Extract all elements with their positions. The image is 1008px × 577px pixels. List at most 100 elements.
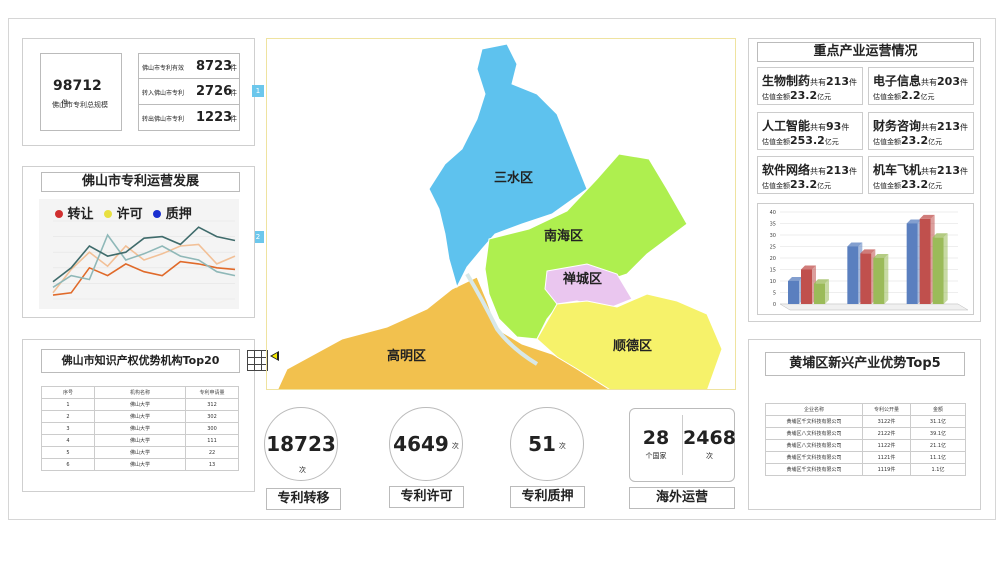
industry-count-prefix: 共有	[810, 78, 827, 87]
kpi-license-circle: 4649 次	[389, 407, 463, 481]
stat-unit: 件	[230, 115, 237, 123]
industry-count-prefix: 共有	[810, 123, 827, 132]
cell: 22	[185, 446, 239, 459]
overseas-times-label: 次	[706, 452, 713, 460]
industry-bar-chart: 40 35 30 25 20 15 10 5 0	[770, 210, 969, 311]
header-cell: 金额	[910, 403, 966, 416]
industry-count-unit: 件	[848, 78, 857, 87]
industry-count-unit: 件	[959, 167, 968, 176]
bar-axis-tick: 20	[770, 256, 776, 262]
industry-count-prefix: 共有	[921, 78, 938, 87]
stat-label: 转入佛山市专利	[142, 90, 185, 97]
stat-row: 佛山市专利有效 8723 件	[138, 53, 240, 79]
industry-count: 213	[826, 75, 849, 88]
total-patents-box: 98712 件 佛山市专利总规模	[40, 53, 122, 131]
industry-count: 203	[937, 75, 960, 88]
industry-name: 机车飞机	[873, 163, 922, 177]
table-row[interactable]: 3 佛山大学 300	[41, 422, 239, 435]
top20-title: 佛山市知识产权优势机构Top20	[41, 349, 240, 373]
grid-icon[interactable]	[247, 350, 268, 371]
trend-chart-area: 转让 许可 质押	[39, 199, 239, 309]
cell: 2	[41, 410, 95, 423]
bar-floor	[779, 303, 969, 311]
cell: 1122件	[862, 439, 911, 452]
bar-axis-tick: 0	[773, 302, 776, 308]
stat-row: 转出佛山市专利 1223 件	[138, 105, 240, 131]
bar-side-0-2	[825, 279, 829, 304]
cell: 1.1亿	[910, 463, 966, 476]
bar-0-2	[814, 283, 825, 304]
bar-side-2-2	[943, 233, 948, 304]
industry-count-unit: 件	[848, 167, 857, 176]
cell: 黄埔区八文科技有限公司	[765, 427, 863, 440]
cell: 1119件	[862, 463, 911, 476]
industry-card[interactable]: 生物制药共有213件 估值金额23.2亿元	[757, 67, 863, 105]
bar-0-1	[801, 269, 812, 304]
trend-line-chart	[52, 220, 236, 300]
industry-card[interactable]: 人工智能共有93件 估值金额253.2亿元	[757, 112, 863, 150]
cell: 21.1亿	[910, 439, 966, 452]
bar-axis-tick: 25	[770, 245, 776, 251]
cell: 佛山大学	[94, 458, 186, 471]
industry-bar-chart-area: 40 35 30 25 20 15 10 5 0	[757, 203, 974, 315]
industry-card[interactable]: 财务咨询共有213件 估值金额23.2亿元	[868, 112, 974, 150]
table-row[interactable]: 1 佛山大学 312	[41, 398, 239, 411]
stat-label: 转出佛山市专利	[142, 116, 185, 123]
total-patents-label: 佛山市专利总规模	[52, 101, 108, 109]
table-row[interactable]: 4 佛山大学 111	[41, 434, 239, 447]
industry-value-unit: 亿元	[817, 182, 832, 190]
cell: 6	[41, 458, 95, 471]
map-svg	[277, 43, 723, 389]
table-row[interactable]: 黄埔区八文科技有限公司 2122件 39.1亿	[765, 427, 966, 440]
table-row[interactable]: 5 佛山大学 22	[41, 446, 239, 459]
top20-table: 序号 机构名称 专利申请量 1 佛山大学 312 2 佛山大学 302 3 佛山大学 300…	[41, 386, 239, 471]
map-label-shunde: 顺德区	[613, 339, 653, 354]
map-label-gaoming: 高明区	[387, 349, 427, 364]
table-row[interactable]: 黄埔区八文科技有限公司 1122件 21.1亿	[765, 439, 966, 452]
table-row[interactable]: 黄埔区千文科技有限公司 3122件 31.1亿	[765, 415, 966, 428]
overseas-box: 28 个国家 2468 次	[629, 408, 736, 482]
table-row[interactable]: 6 佛山大学 13	[41, 458, 239, 471]
industry-card[interactable]: 电子信息共有203件 估值金额2.2亿元	[868, 67, 974, 105]
cell: 3122件	[862, 415, 911, 428]
bar-axis-tick: 35	[770, 222, 776, 228]
industry-value: 2.2	[901, 89, 921, 102]
industry-value-prefix: 估值金额	[762, 93, 790, 101]
cell: 13	[185, 458, 239, 471]
table-header: 企业名称 专利公开量 金额	[765, 403, 966, 416]
industry-count-unit: 件	[841, 123, 850, 132]
marker-1[interactable]: 1	[252, 85, 264, 97]
bar-1-0	[847, 246, 859, 304]
bar-axis-tick: 15	[770, 268, 776, 274]
table-row[interactable]: 2 佛山大学 302	[41, 410, 239, 423]
trend-title: 佛山市专利运营发展	[41, 172, 240, 192]
industry-name: 软件网络	[762, 163, 811, 177]
bar-1-1	[860, 253, 872, 304]
industry-name: 人工智能	[762, 119, 811, 133]
kpi-pledge-circle: 51 次	[510, 407, 584, 481]
industry-value-prefix: 估值金额	[873, 138, 901, 146]
industry-value-prefix: 估值金额	[762, 138, 790, 146]
industry-value-unit: 亿元	[928, 182, 943, 190]
cell: 4	[41, 434, 95, 447]
cell: 300	[185, 422, 239, 435]
bar-axis-tick: 10	[770, 279, 776, 285]
cell: 佛山大学	[94, 410, 186, 423]
map-label-sanshui: 三水区	[494, 171, 534, 186]
cell: 黄埔区八文科技有限公司	[765, 439, 863, 452]
stat-value: 8723	[196, 59, 233, 74]
table-row[interactable]: 黄埔区千文科技有限公司 1121件 11.1亿	[765, 451, 966, 464]
industry-card[interactable]: 机车飞机共有213件 估值金额23.2亿元	[868, 156, 974, 194]
industry-value: 23.2	[790, 89, 818, 102]
table-row[interactable]: 黄埔区千文科技有限公司 1119件 1.1亿	[765, 463, 966, 476]
bar-2-1	[919, 218, 931, 304]
bar-2-0	[906, 223, 918, 304]
cell: 11.1亿	[910, 451, 966, 464]
stat-label: 佛山市专利有效	[142, 65, 185, 72]
industry-card[interactable]: 软件网络共有213件 估值金额23.2亿元	[757, 156, 863, 194]
industry-value-prefix: 估值金额	[762, 182, 790, 190]
cell: 3	[41, 422, 95, 435]
bar-axis-tick: 5	[773, 291, 776, 297]
cell: 黄埔区千文科技有限公司	[765, 463, 863, 476]
header-cell: 企业名称	[765, 403, 863, 416]
